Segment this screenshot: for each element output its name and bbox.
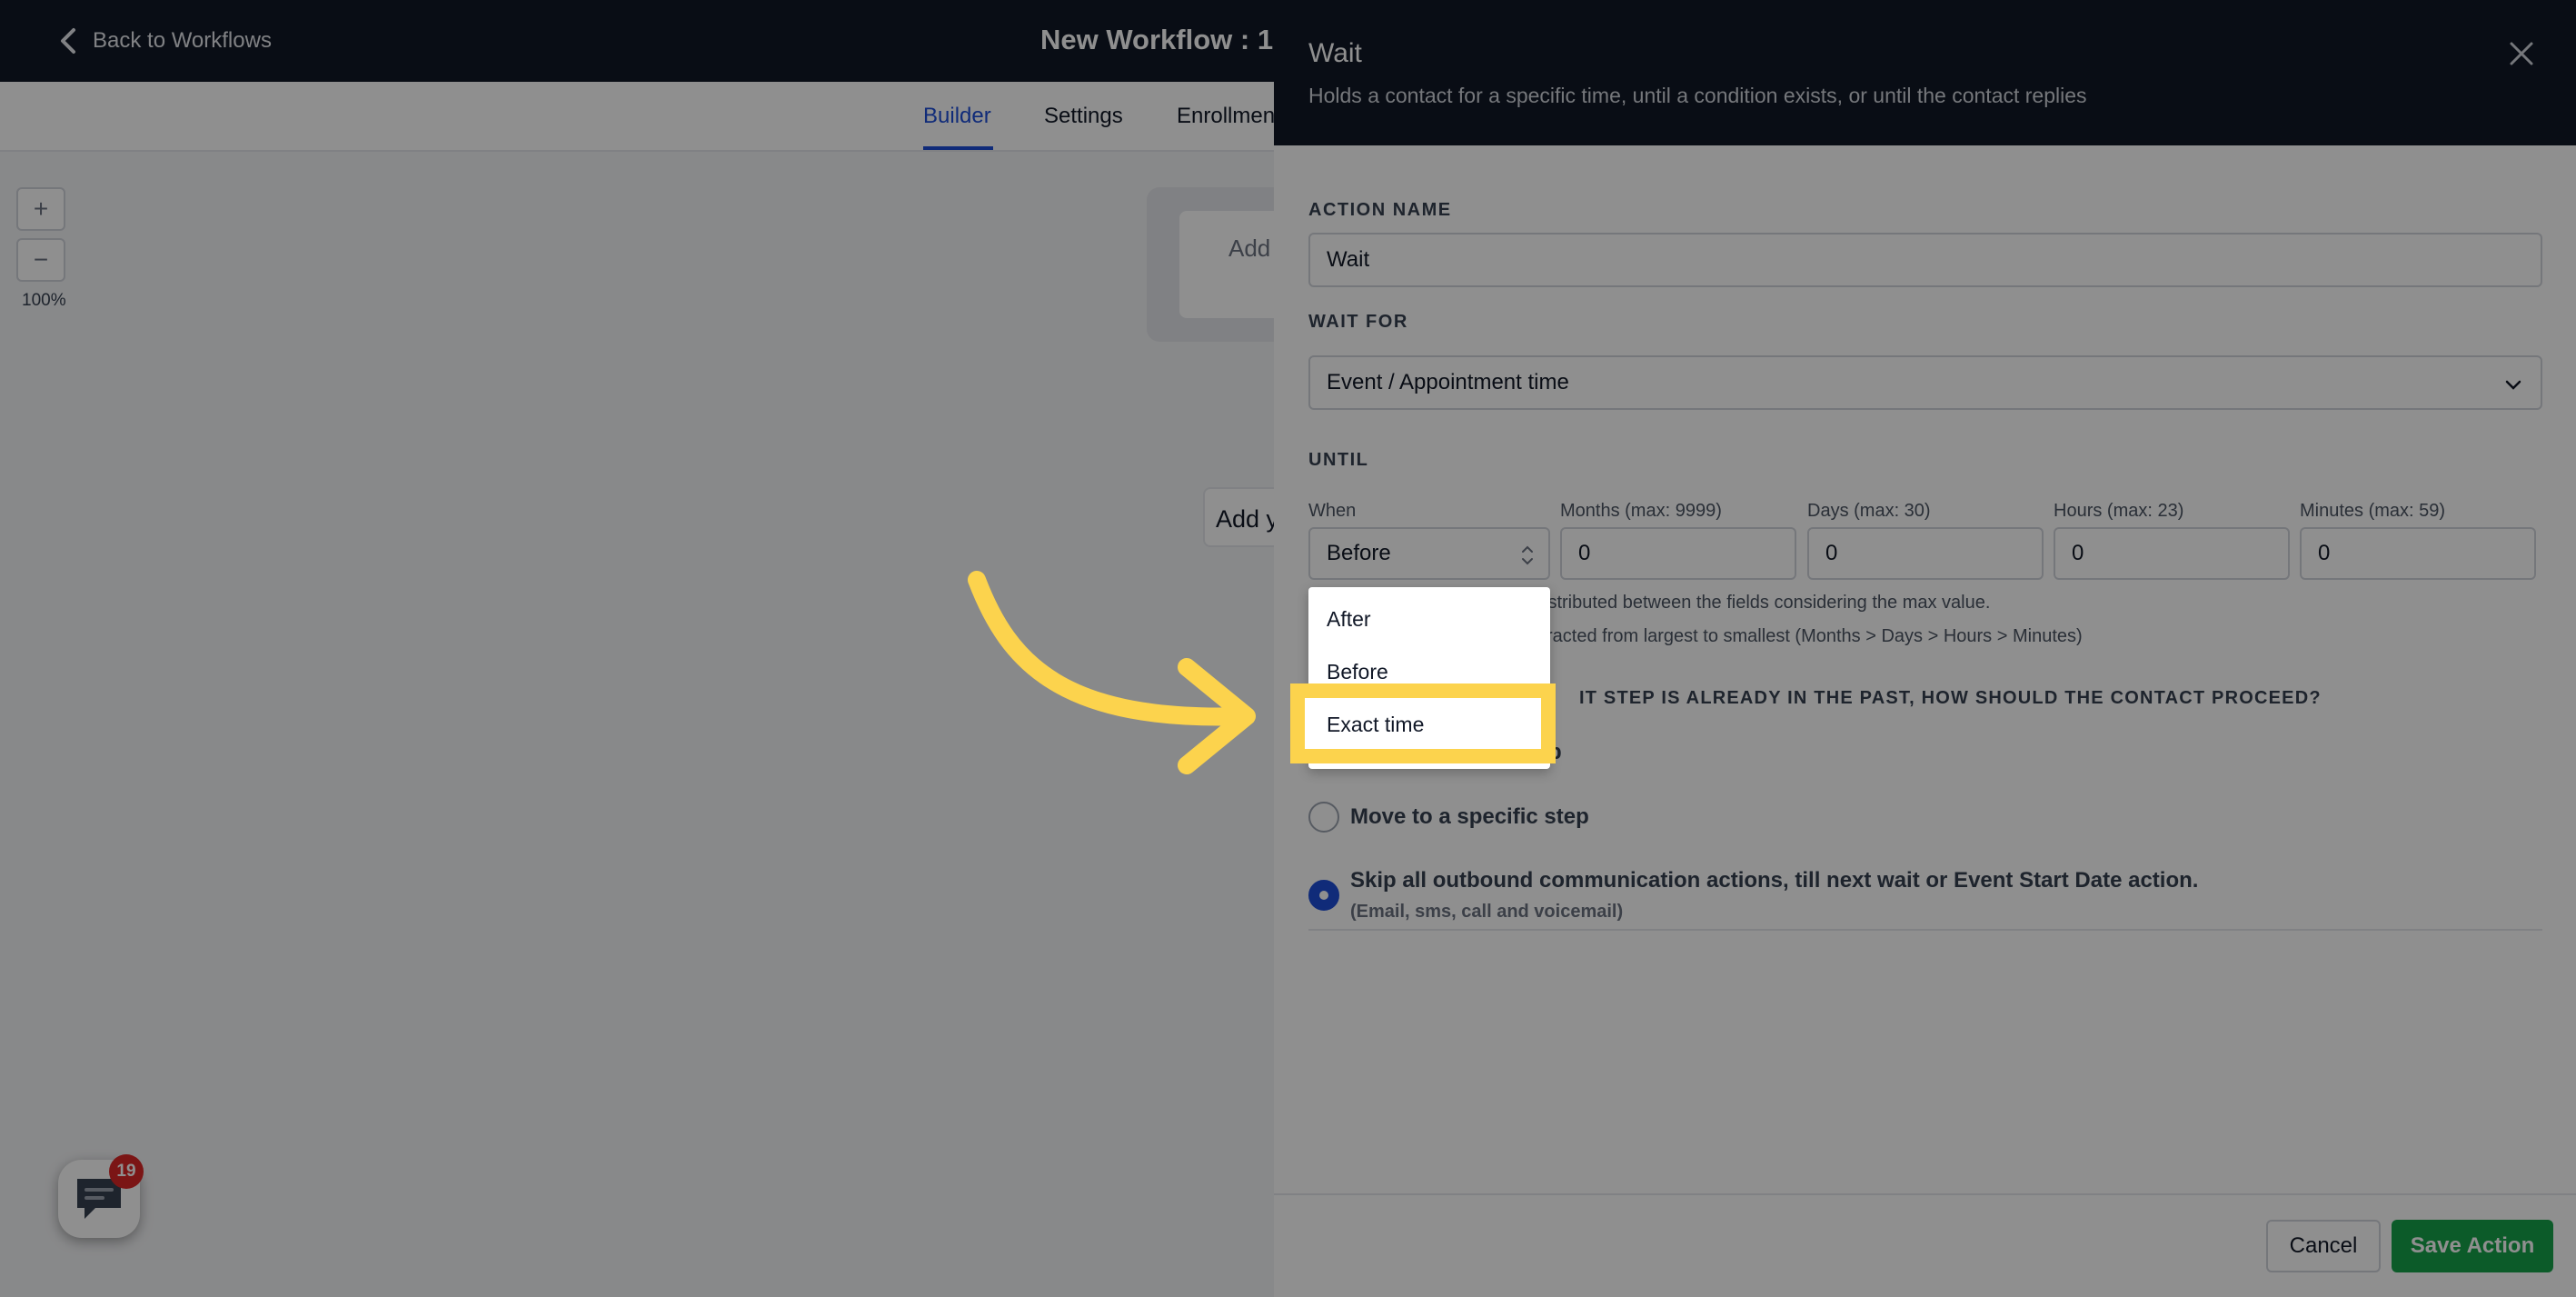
tutorial-arrow-icon [968,571,1256,774]
dropdown-option-exact-time[interactable]: Exact time [1327,713,1424,737]
dropdown-option-before[interactable]: Before [1327,660,1388,684]
dropdown-option-after[interactable]: After [1327,607,1371,632]
